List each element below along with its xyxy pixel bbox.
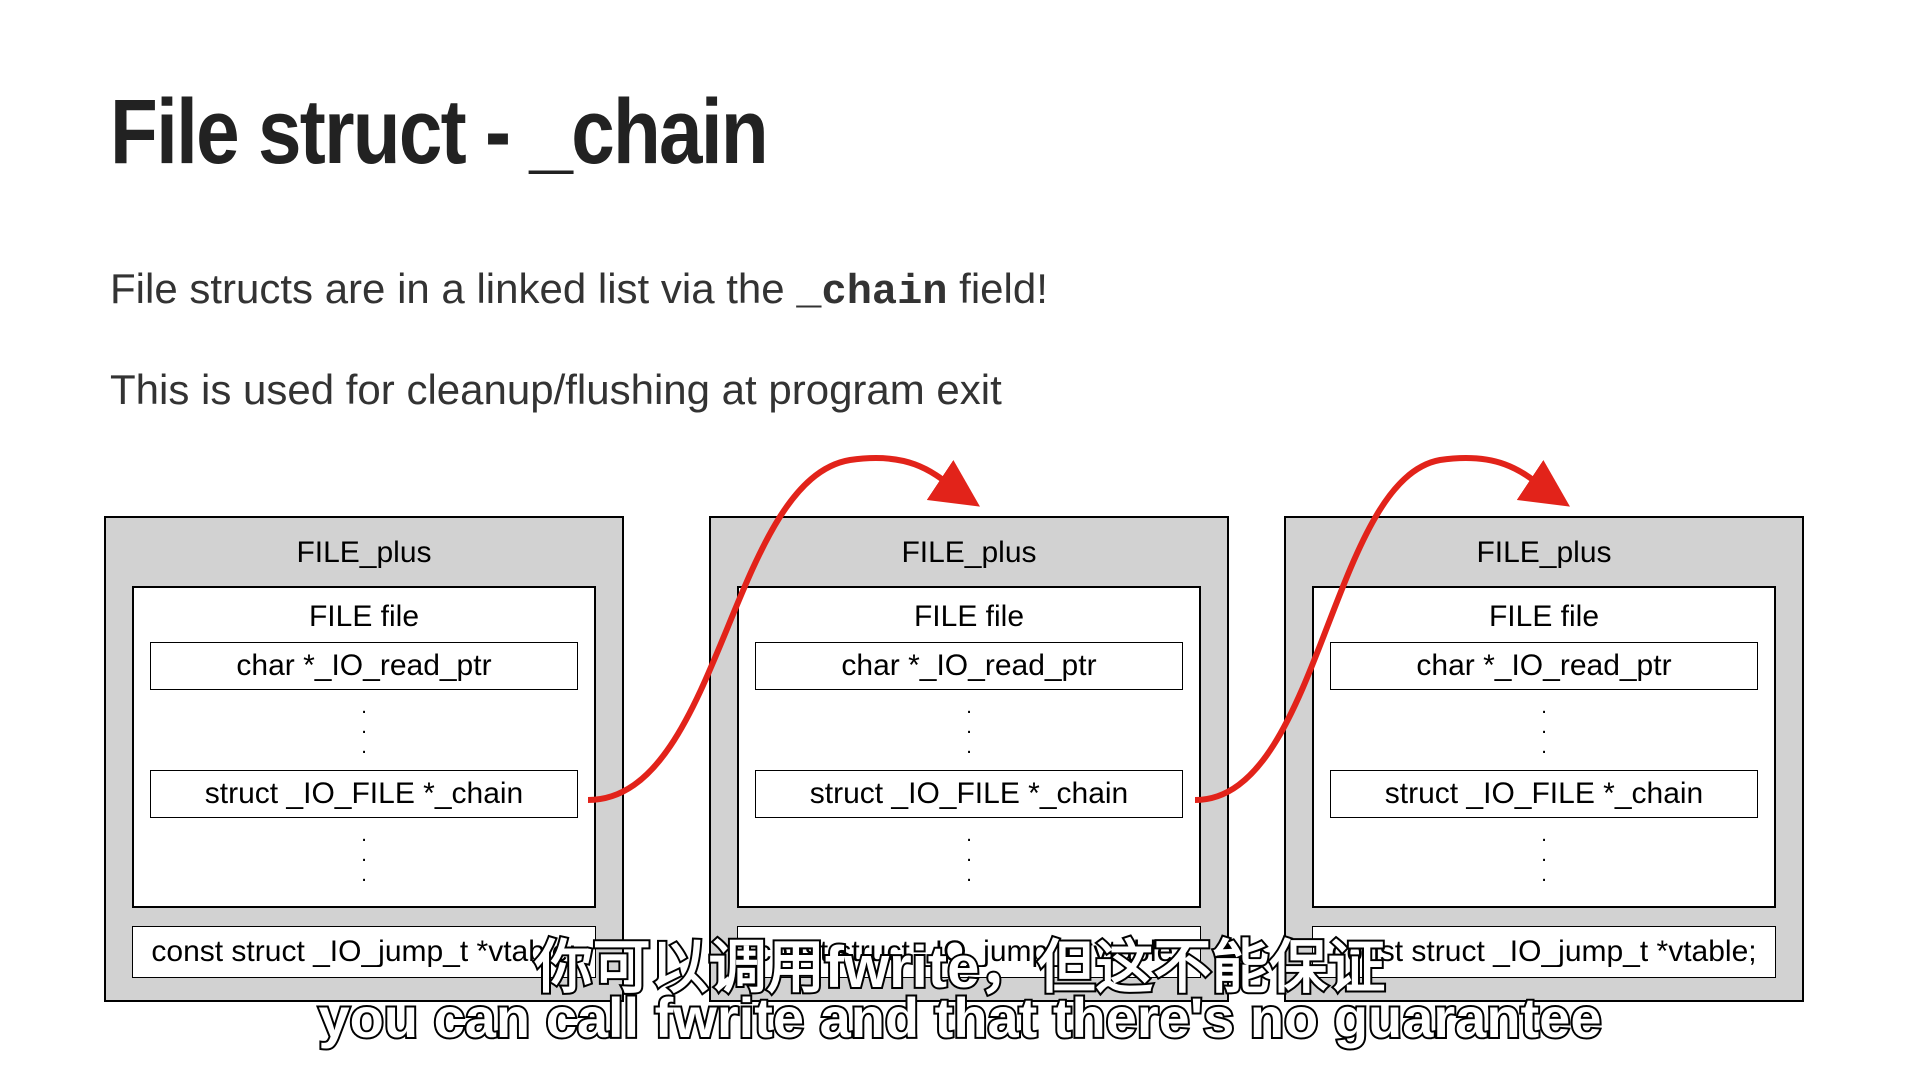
struct-title-2: FILE_plus [737,536,1201,570]
dots-3a: ... [1330,690,1758,770]
inner-title-2: FILE file [755,600,1183,634]
inner-box-2: FILE file char *_IO_read_ptr ... struct … [737,586,1201,908]
inner-title-3: FILE file [1330,600,1758,634]
dots-1a: ... [150,690,578,770]
field-vtable-1: const struct _IO_jump_t *vtable; [132,926,596,978]
field-chain-3: struct _IO_FILE *_chain [1330,770,1758,818]
body-text-1-post: field! [948,265,1048,312]
field-read-ptr-1: char *_IO_read_ptr [150,642,578,690]
dots-3b: ... [1330,818,1758,898]
field-vtable-3: const struct _IO_jump_t *vtable; [1312,926,1776,978]
struct-box-3: FILE_plus FILE file char *_IO_read_ptr .… [1284,516,1804,1002]
field-chain-2: struct _IO_FILE *_chain [755,770,1183,818]
field-read-ptr-2: char *_IO_read_ptr [755,642,1183,690]
slide-title: File struct - _chain [110,80,1555,185]
inner-title-1: FILE file [150,600,578,634]
dots-2b: ... [755,818,1183,898]
body-text-1: File structs are in a linked list via th… [110,265,1810,316]
struct-title-3: FILE_plus [1312,536,1776,570]
inner-box-1: FILE file char *_IO_read_ptr ... struct … [132,586,596,908]
struct-title-1: FILE_plus [132,536,596,570]
field-chain-1: struct _IO_FILE *_chain [150,770,578,818]
field-vtable-2: const struct _IO_jump_t *vtable; [737,926,1201,978]
struct-box-1: FILE_plus FILE file char *_IO_read_ptr .… [104,516,624,1002]
dots-1b: ... [150,818,578,898]
body-text-1-code: _chain [796,268,947,316]
struct-box-2: FILE_plus FILE file char *_IO_read_ptr .… [709,516,1229,1002]
body-text-1-pre: File structs are in a linked list via th… [110,265,796,312]
body-text-2: This is used for cleanup/flushing at pro… [110,366,1810,414]
dots-2a: ... [755,690,1183,770]
inner-box-3: FILE file char *_IO_read_ptr ... struct … [1312,586,1776,908]
field-read-ptr-3: char *_IO_read_ptr [1330,642,1758,690]
diagram: FILE_plus FILE file char *_IO_read_ptr .… [104,516,1804,1056]
